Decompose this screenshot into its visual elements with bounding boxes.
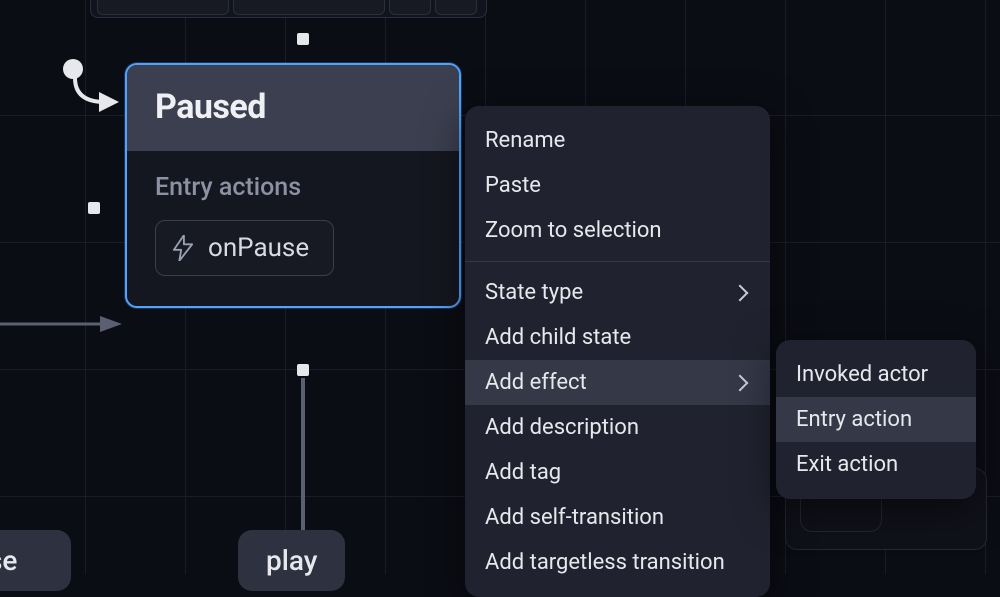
entry-action-name: onPause (208, 233, 309, 263)
outgoing-edge (301, 378, 305, 538)
menu-zoom-to-selection[interactable]: Zoom to selection (465, 208, 770, 253)
entry-action-chip[interactable]: onPause (155, 220, 334, 276)
toolbar-fragment (90, 0, 487, 18)
menu-add-description[interactable]: Add description (465, 405, 770, 450)
state-title[interactable]: Paused (127, 65, 459, 151)
event-pill-play-label: play (266, 544, 317, 577)
menu-add-self-transition[interactable]: Add self-transition (465, 495, 770, 540)
add-effect-submenu: Invoked actor Entry action Exit action (776, 340, 976, 499)
chevron-right-icon (732, 374, 749, 391)
event-pill-pause[interactable]: se (0, 530, 71, 591)
menu-add-effect[interactable]: Add effect (465, 360, 770, 405)
submenu-invoked-actor[interactable]: Invoked actor (776, 352, 976, 397)
incoming-edge (0, 314, 126, 334)
menu-state-type[interactable]: State type (465, 270, 770, 315)
initial-state-arrow (65, 70, 125, 115)
resize-handle-top[interactable] (297, 33, 309, 45)
menu-add-tag[interactable]: Add tag (465, 450, 770, 495)
submenu-exit-action[interactable]: Exit action (776, 442, 976, 487)
submenu-entry-action[interactable]: Entry action (776, 397, 976, 442)
entry-actions-label: Entry actions (155, 173, 431, 202)
event-pill-pause-label: se (0, 544, 17, 577)
state-body: Entry actions onPause (127, 151, 459, 306)
chevron-right-icon (732, 284, 749, 301)
menu-paste[interactable]: Paste (465, 163, 770, 208)
menu-add-targetless-transition[interactable]: Add targetless transition (465, 540, 770, 585)
event-pill-play[interactable]: play (238, 530, 345, 591)
bolt-icon (172, 235, 194, 261)
state-node-paused[interactable]: Paused Entry actions onPause (125, 63, 461, 308)
menu-add-child-state[interactable]: Add child state (465, 315, 770, 360)
resize-handle-bottom[interactable] (297, 364, 309, 376)
menu-rename[interactable]: Rename (465, 118, 770, 163)
context-menu: Rename Paste Zoom to selection State typ… (465, 106, 770, 597)
menu-separator (465, 261, 770, 262)
resize-handle-left[interactable] (88, 202, 100, 214)
